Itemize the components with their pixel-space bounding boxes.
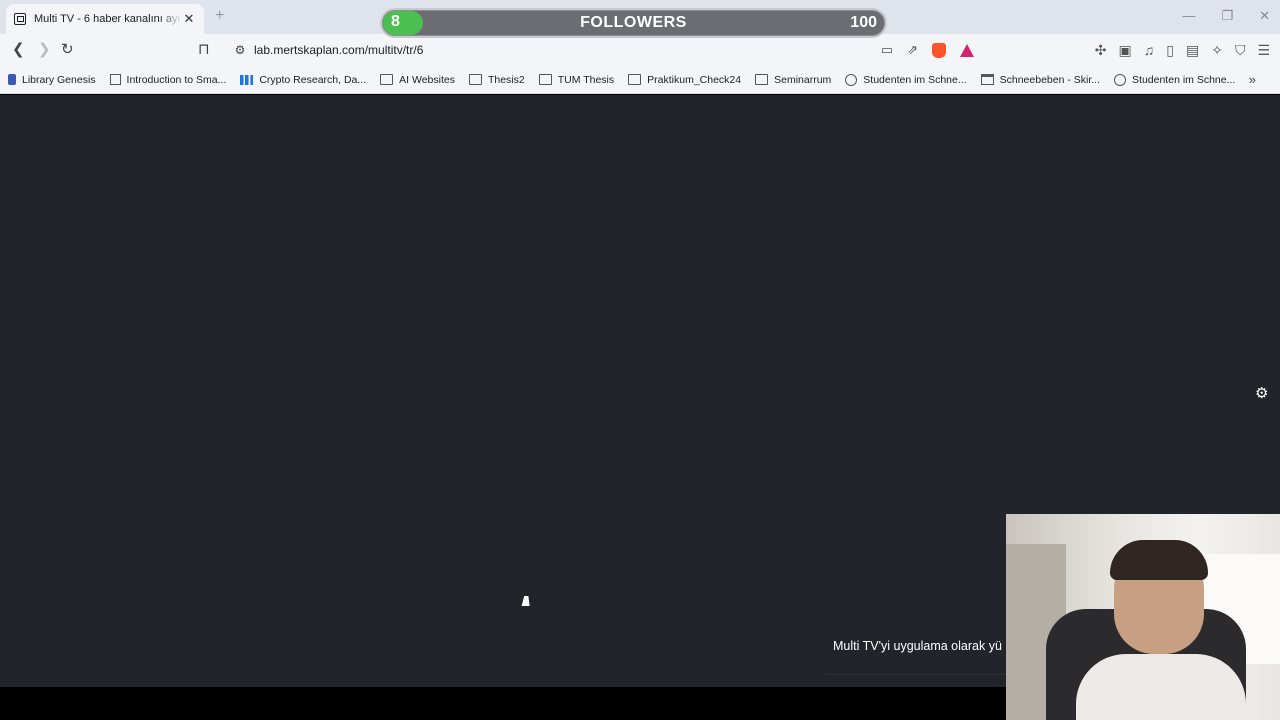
brave-rewards-icon[interactable] bbox=[960, 43, 974, 57]
install-app-banner[interactable]: Multi TV'yi uygulama olarak yü bbox=[833, 639, 1002, 653]
bookmark-label: Schneebeben - Skir... bbox=[999, 73, 1101, 86]
screenshot-icon[interactable]: ▣ bbox=[1119, 42, 1132, 59]
close-icon[interactable]: ✕ bbox=[182, 11, 196, 27]
settings-gear-icon[interactable]: ⚙ bbox=[1255, 384, 1268, 402]
share-icon[interactable]: ⇗ bbox=[907, 42, 918, 58]
webcam-shirt bbox=[1076, 654, 1246, 720]
back-icon[interactable]: ❮ bbox=[12, 40, 25, 58]
brave-shields-icon[interactable] bbox=[932, 42, 946, 58]
window-controls: — ❐ ✕ bbox=[1182, 8, 1270, 24]
bookmark-label: Praktikum_Check24 bbox=[647, 73, 742, 86]
minimize-icon[interactable]: — bbox=[1182, 8, 1195, 24]
cast-icon[interactable]: ▭ bbox=[881, 42, 893, 58]
extensions-icon[interactable]: ✣ bbox=[1095, 42, 1107, 59]
calendar-icon bbox=[14, 13, 26, 25]
bookmark-label: Library Genesis bbox=[22, 73, 96, 86]
followers-label: FOLLOWERS bbox=[580, 14, 687, 31]
media-icon[interactable]: ♫ bbox=[1144, 42, 1155, 59]
banner-divider bbox=[826, 674, 1006, 675]
bookmark-label: Crypto Research, Da... bbox=[259, 73, 367, 86]
tab-multitv[interactable]: Multi TV - 6 haber kanalını aynı anda iz… bbox=[6, 4, 204, 34]
wallet-icon[interactable]: ▤ bbox=[1186, 42, 1199, 59]
folder-icon bbox=[468, 74, 482, 85]
webcam-hair bbox=[1110, 540, 1208, 580]
bookmark-label: Studenten im Schne... bbox=[1132, 73, 1236, 86]
mouse-cursor-icon bbox=[521, 596, 533, 606]
bookmark-icon[interactable]: ⊓ bbox=[198, 40, 210, 58]
bookmark-label: Seminarrum bbox=[774, 73, 832, 86]
reload-icon[interactable]: ↻ bbox=[61, 40, 74, 58]
followers-goal-bar: 8 FOLLOWERS 100 bbox=[380, 8, 887, 38]
bookmark-item[interactable]: Introduction to Sma... bbox=[109, 73, 227, 86]
forward-icon[interactable]: ❯ bbox=[38, 40, 51, 58]
browser-toolbar: ❮ ❯ ↻ ⊓ ⚙ lab.mertskaplan.com/multitv/tr… bbox=[0, 34, 1280, 66]
folder-icon bbox=[538, 74, 552, 85]
close-window-icon[interactable]: ✕ bbox=[1259, 8, 1270, 24]
bookmark-folder[interactable]: Thesis2 bbox=[468, 73, 525, 86]
bookmark-item[interactable]: Library Genesis bbox=[8, 74, 96, 86]
address-bar[interactable]: ⚙ lab.mertskaplan.com/multitv/tr/6 ▭ ⇗ bbox=[222, 37, 984, 63]
book-icon bbox=[8, 74, 16, 85]
folder-icon bbox=[755, 74, 769, 85]
bookmark-label: AI Websites bbox=[399, 73, 455, 86]
bookmark-label: Studenten im Schne... bbox=[863, 73, 967, 86]
url-text[interactable]: lab.mertskaplan.com/multitv/tr/6 bbox=[254, 43, 881, 57]
bookmark-folder[interactable]: TUM Thesis bbox=[538, 73, 615, 86]
site-settings-icon[interactable]: ⚙ bbox=[228, 43, 252, 57]
bookmark-label: Introduction to Sma... bbox=[126, 73, 227, 86]
bookmarks-bar: Library Genesis Introduction to Sma... C… bbox=[0, 66, 1280, 94]
bookmark-item[interactable]: Studenten im Schne... bbox=[845, 73, 967, 86]
restore-icon[interactable]: ❐ bbox=[1221, 8, 1233, 24]
bookmark-label: TUM Thesis bbox=[557, 73, 615, 86]
new-tab-button[interactable]: + bbox=[215, 7, 224, 25]
webcam-overlay bbox=[1006, 514, 1280, 720]
more-bookmarks-icon[interactable]: » bbox=[1249, 72, 1256, 87]
tab-title: Multi TV - 6 haber kanalını aynı anda iz… bbox=[34, 13, 182, 25]
bookmark-label: Thesis2 bbox=[487, 73, 525, 86]
globe-icon bbox=[1114, 73, 1127, 86]
document-icon bbox=[109, 74, 121, 85]
globe-icon bbox=[845, 73, 858, 86]
leo-ai-icon[interactable]: ✧ bbox=[1211, 42, 1223, 59]
bookmark-folder[interactable]: Praktikum_Check24 bbox=[628, 74, 741, 86]
followers-goal: 100 bbox=[850, 14, 877, 31]
bookmark-folder[interactable]: AI Websites bbox=[380, 74, 455, 86]
bookmark-folder[interactable]: Seminarrum bbox=[755, 74, 831, 86]
chart-icon bbox=[240, 74, 254, 85]
hut-icon bbox=[980, 74, 994, 85]
folder-icon bbox=[380, 74, 394, 85]
bookmark-item[interactable]: Studenten im Schne... bbox=[1114, 73, 1236, 86]
bookmark-item[interactable]: Schneebeben - Skir... bbox=[980, 73, 1101, 86]
vpn-icon[interactable]: ⛉ bbox=[1235, 42, 1246, 59]
folder-icon bbox=[628, 74, 642, 85]
sidebar-icon[interactable]: ▯ bbox=[1166, 42, 1174, 59]
toolbar-right: ✣ ▣ ♫ ▯ ▤ ✧ ⛉ ☰ bbox=[1095, 42, 1270, 59]
bookmark-item[interactable]: Crypto Research, Da... bbox=[240, 74, 366, 86]
menu-icon[interactable]: ☰ bbox=[1257, 42, 1270, 59]
